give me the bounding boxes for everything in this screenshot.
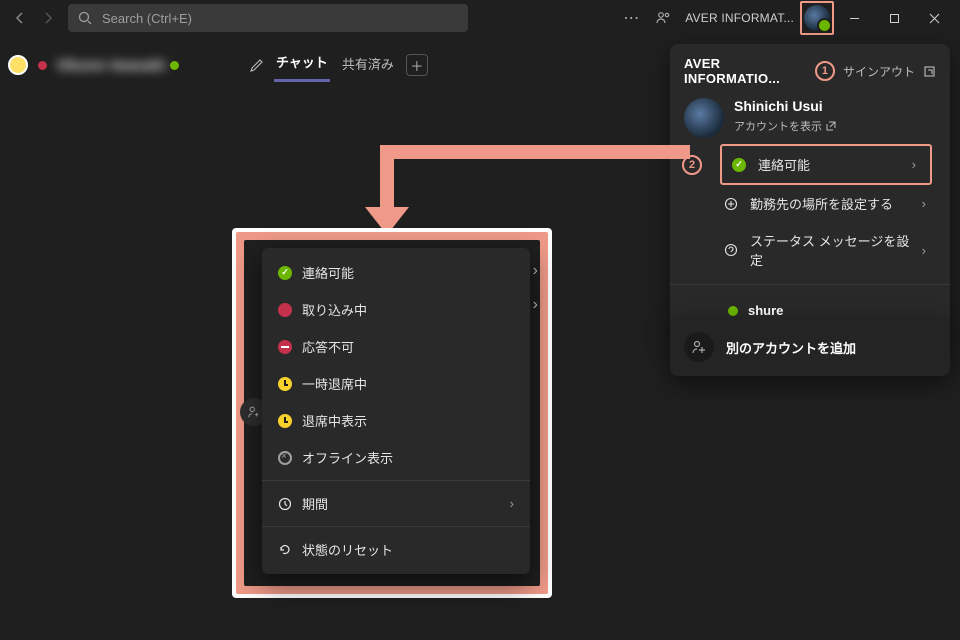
search-input[interactable]: Search (Ctrl+E) <box>68 4 468 32</box>
nav-back-button[interactable] <box>8 6 32 30</box>
sign-out-link[interactable]: サインアウト <box>843 63 915 80</box>
people-icon[interactable] <box>651 6 675 30</box>
annotation-highlight-avatar <box>800 1 834 35</box>
presence-dot-available <box>170 61 179 70</box>
external-link-icon <box>826 121 836 131</box>
dnd-status-icon <box>278 340 292 354</box>
profile-avatar-button[interactable] <box>804 5 830 31</box>
status-option-dnd[interactable]: 応答不可 <box>262 328 530 365</box>
chevron-right-icon: › <box>912 157 916 172</box>
window-close-button[interactable] <box>914 3 954 33</box>
annotation-badge-1: 1 <box>815 61 835 81</box>
status-option-reset[interactable]: 状態のリセット <box>262 531 530 568</box>
divider <box>670 284 950 285</box>
chat-header: Okuno Iwasaki チャット 共有済み ＋ <box>8 48 428 82</box>
nav-forward-button[interactable] <box>36 6 60 30</box>
status-message-icon <box>724 243 742 257</box>
add-tab-button[interactable]: ＋ <box>406 54 428 76</box>
offline-status-icon <box>278 451 292 465</box>
status-message-button[interactable]: ステータス メッセージを設定 › <box>712 222 940 278</box>
clock-icon <box>278 497 292 511</box>
window-maximize-button[interactable] <box>874 3 914 33</box>
chevron-right-icon: › <box>533 296 538 314</box>
location-add-icon <box>724 197 742 211</box>
status-option-away[interactable]: 退席中表示 <box>262 402 530 439</box>
window-minimize-button[interactable] <box>834 3 874 33</box>
more-options-button[interactable]: ⋯ <box>619 6 643 30</box>
status-submenu: › › 連絡可能 取り込み中 応答不可 一時退席中 退席中表示 オフライン表示 <box>262 248 530 574</box>
tab-shared[interactable]: 共有済み <box>340 50 396 81</box>
status-option-offline[interactable]: オフライン表示 <box>262 439 530 476</box>
chevron-right-icon: › <box>922 243 926 258</box>
reset-icon <box>278 543 292 557</box>
available-status-icon <box>732 158 750 172</box>
status-option-brb[interactable]: 一時退席中 <box>262 365 530 402</box>
divider <box>262 526 530 527</box>
chat-title-blurred: Okuno Iwasaki <box>57 57 166 74</box>
status-menu-button[interactable]: 連絡可能 › <box>722 146 930 183</box>
brb-status-icon <box>278 377 292 391</box>
org-name-label: AVER INFORMAT... <box>685 11 794 25</box>
account-panel-title: AVER INFORMATIO... <box>684 56 815 86</box>
chevron-right-icon: › <box>533 262 538 280</box>
tab-chat[interactable]: チャット <box>274 48 330 82</box>
available-status-icon <box>728 306 738 316</box>
account-panel: AVER INFORMATIO... 1 サインアウト Shinichi Usu… <box>670 44 950 336</box>
add-account-button[interactable]: 別のアカウントを追加 <box>670 318 950 376</box>
status-option-available[interactable]: 連絡可能 <box>262 254 530 291</box>
status-option-duration[interactable]: 期間 › <box>262 485 530 522</box>
work-location-button[interactable]: 勤務先の場所を設定する › <box>712 185 940 222</box>
status-option-busy[interactable]: 取り込み中 <box>262 291 530 328</box>
popout-icon[interactable] <box>923 65 936 78</box>
profile-avatar <box>684 98 724 138</box>
search-placeholder: Search (Ctrl+E) <box>102 11 192 26</box>
divider <box>262 480 530 481</box>
chevron-right-icon: › <box>922 196 926 211</box>
chat-avatar <box>8 55 28 75</box>
available-status-icon <box>278 266 292 280</box>
titlebar: Search (Ctrl+E) ⋯ AVER INFORMAT... <box>0 0 960 36</box>
profile-name: Shinichi Usui <box>734 98 836 114</box>
view-account-link[interactable]: アカウントを表示 <box>734 118 836 134</box>
add-account-icon <box>684 332 714 362</box>
annotation-popup-frame: › › 連絡可能 取り込み中 応答不可 一時退席中 退席中表示 オフライン表示 <box>232 228 552 598</box>
search-icon <box>78 11 92 25</box>
chevron-right-icon: › <box>510 496 514 511</box>
annotation-highlight-status: 連絡可能 › <box>720 144 932 185</box>
edit-icon[interactable] <box>249 58 264 73</box>
annotation-arrow <box>380 145 690 235</box>
away-status-icon <box>278 414 292 428</box>
busy-status-icon <box>278 303 292 317</box>
presence-dot-busy <box>38 61 47 70</box>
